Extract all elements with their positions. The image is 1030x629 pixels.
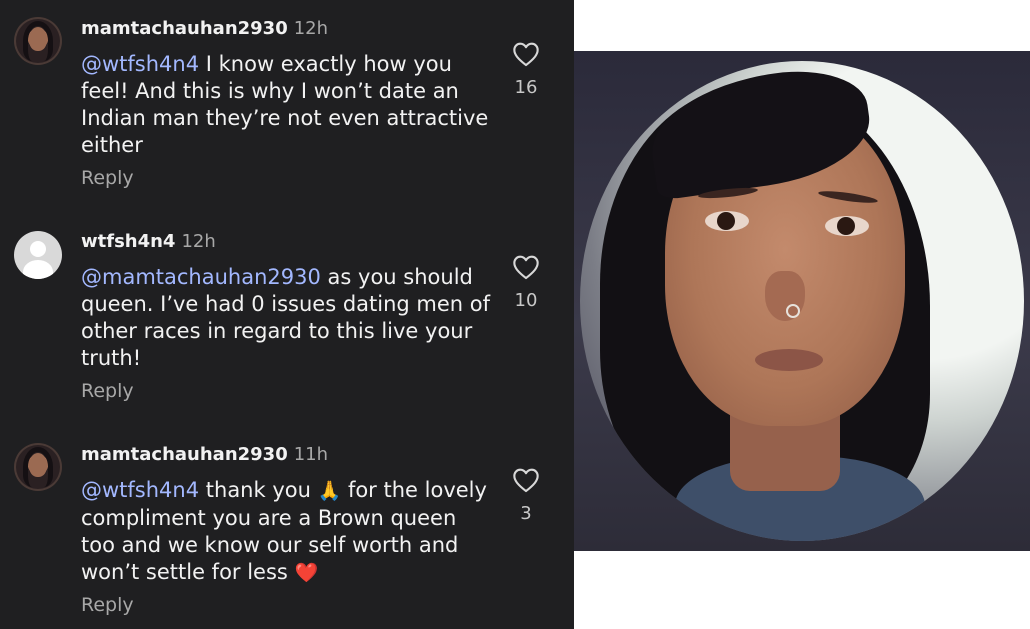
photo-nose-ring xyxy=(786,304,800,318)
profile-photo xyxy=(574,51,1030,551)
comment-text: @wtfsh4n4 thank you 🙏 for the lovely com… xyxy=(81,477,491,587)
photo-left-eye xyxy=(705,211,749,231)
heart-outline-icon[interactable] xyxy=(512,254,540,280)
avatar-face xyxy=(29,27,47,51)
comment-text: @wtfsh4n4 I know exactly how you feel! A… xyxy=(81,51,491,159)
avatar-face xyxy=(29,453,47,477)
mention-link[interactable]: @wtfsh4n4 xyxy=(81,478,199,502)
reply-button[interactable]: Reply xyxy=(81,380,134,402)
user-avatar[interactable] xyxy=(14,443,62,491)
mention-link[interactable]: @wtfsh4n4 xyxy=(81,52,199,76)
profile-photo-circle xyxy=(580,61,1024,541)
like-control: 16 xyxy=(505,41,547,98)
reply-button[interactable]: Reply xyxy=(81,594,134,616)
avatar-head-shape xyxy=(30,241,46,257)
username[interactable]: wtfsh4n4 xyxy=(81,231,175,252)
timestamp: 11h xyxy=(293,444,329,465)
avatar-body-shape xyxy=(23,260,53,279)
photo-right-eye xyxy=(825,216,869,236)
comments-panel: mamtachauhan2930 12h @wtfsh4n4 I know exa… xyxy=(0,0,574,629)
username[interactable]: mamtachauhan2930 xyxy=(81,444,288,465)
timestamp: 12h xyxy=(293,18,329,39)
heart-outline-icon[interactable] xyxy=(512,467,540,493)
heart-outline-icon[interactable] xyxy=(512,41,540,67)
comment-body: thank you xyxy=(199,478,318,502)
reply-button[interactable]: Reply xyxy=(81,167,134,189)
like-control: 10 xyxy=(505,254,547,311)
comment-header: wtfsh4n4 12h xyxy=(81,231,216,252)
timestamp: 12h xyxy=(181,231,216,252)
photo-lips xyxy=(755,349,823,371)
comment-header: mamtachauhan2930 12h xyxy=(81,18,328,39)
like-count: 10 xyxy=(514,290,538,311)
mention-link[interactable]: @mamtachauhan2930 xyxy=(81,265,321,289)
comment-text: @mamtachauhan2930 as you should queen. I… xyxy=(81,264,491,372)
user-avatar[interactable] xyxy=(14,17,62,65)
comment-header: mamtachauhan2930 11h xyxy=(81,444,328,465)
like-control: 3 xyxy=(505,467,547,524)
praying-hands-emoji: 🙏 xyxy=(317,480,342,502)
like-count: 3 xyxy=(520,503,532,524)
username[interactable]: mamtachauhan2930 xyxy=(81,18,288,39)
like-count: 16 xyxy=(514,77,538,98)
default-user-icon[interactable] xyxy=(14,231,62,279)
red-heart-emoji: ❤️ xyxy=(294,562,319,584)
